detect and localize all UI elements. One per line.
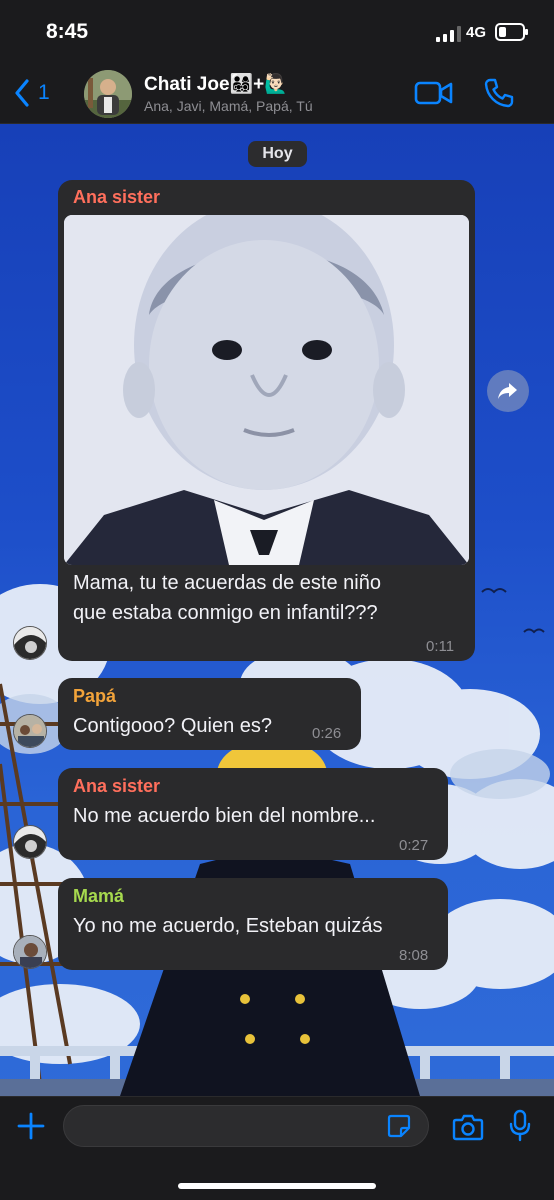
message-sender[interactable]: Papá xyxy=(73,686,116,707)
unread-count: 1 xyxy=(38,81,50,104)
sticker-icon[interactable] xyxy=(387,1114,411,1138)
group-avatar[interactable] xyxy=(84,70,132,118)
status-bar: 8:45 4G xyxy=(0,0,554,62)
date-divider: Hoy xyxy=(248,141,307,167)
plus-icon[interactable] xyxy=(16,1111,46,1141)
input-bar xyxy=(0,1096,554,1200)
message-text: No me acuerdo bien del nombre... xyxy=(73,805,376,827)
group-title[interactable]: Chati Joe👨‍👩‍👧‍👦+🙋🏻‍♂️ xyxy=(144,72,288,96)
message-time: 8:08 xyxy=(399,947,429,964)
microphone-icon[interactable] xyxy=(508,1109,532,1143)
battery-icon xyxy=(495,23,528,41)
message-sender[interactable]: Ana sister xyxy=(73,776,160,797)
message-input[interactable] xyxy=(63,1105,429,1147)
home-indicator xyxy=(178,1183,376,1189)
message-text: Contigooo? Quien es? xyxy=(73,715,273,737)
avatar[interactable] xyxy=(13,714,47,748)
back-button[interactable]: 1 xyxy=(14,76,64,110)
photo-image xyxy=(64,215,469,565)
video-camera-icon[interactable] xyxy=(414,78,454,108)
phone-icon[interactable] xyxy=(482,76,516,110)
avatar-image xyxy=(84,70,132,118)
chat-header: 1 Chati Joe👨‍👩‍👧‍👦+🙋🏻‍♂️ Ana, Javi, Mamá… xyxy=(0,62,554,124)
message-text: que estaba conmigo en infantil??? xyxy=(73,602,378,624)
group-members[interactable]: Ana, Javi, Mamá, Papá, Tú xyxy=(144,98,313,114)
signal-icon xyxy=(436,26,461,42)
status-time: 8:45 xyxy=(46,20,89,43)
message-text: Mama, tu te acuerdas de este niño xyxy=(73,572,381,594)
message-sender[interactable]: Ana sister xyxy=(73,187,160,208)
forward-button[interactable] xyxy=(487,370,529,412)
message-time: 0:27 xyxy=(399,837,429,854)
forward-arrow-icon xyxy=(498,383,517,399)
message-photo[interactable] xyxy=(64,215,469,565)
avatar[interactable] xyxy=(13,935,47,969)
message-sender[interactable]: Mamá xyxy=(73,886,124,907)
camera-icon[interactable] xyxy=(452,1113,484,1141)
chevron-left-icon xyxy=(15,79,29,107)
avatar[interactable] xyxy=(13,825,47,859)
message-time: 0:11 xyxy=(426,638,455,655)
message-time: 0:26 xyxy=(312,725,342,742)
avatar[interactable] xyxy=(13,626,47,660)
message-text: Yo no me acuerdo, Esteban quizás xyxy=(73,915,383,937)
network-label: 4G xyxy=(466,24,487,41)
